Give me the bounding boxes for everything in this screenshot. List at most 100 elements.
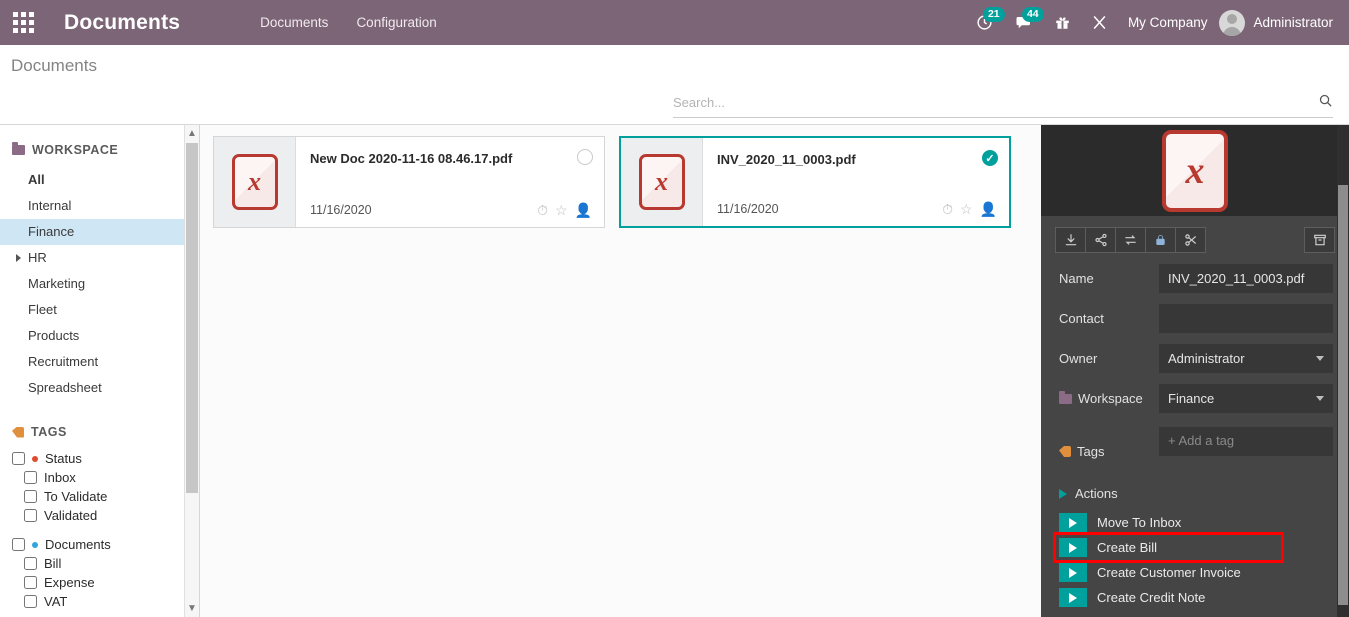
scroll-up-icon[interactable]: ▲: [185, 125, 199, 142]
tag-checkbox[interactable]: [24, 509, 37, 522]
sidebar-item-marketing[interactable]: Marketing: [0, 271, 199, 297]
pdf-icon: x: [638, 154, 685, 210]
field-workspace-label: Workspace: [1059, 390, 1159, 406]
sidebar-label: Recruitment: [28, 354, 99, 369]
search-icon[interactable]: [1318, 93, 1333, 112]
scrollbar-thumb[interactable]: [1338, 185, 1348, 605]
tag-group-status[interactable]: Status: [0, 449, 199, 468]
field-name: Name INV_2020_11_0003.pdf: [1059, 264, 1333, 293]
navbar-menu: Documents Configuration: [246, 0, 451, 45]
sidebar-item-internal[interactable]: Internal: [0, 193, 199, 219]
document-preview[interactable]: x: [1041, 125, 1349, 216]
user-icon[interactable]: 👤: [980, 202, 997, 216]
action-label: Create Credit Note: [1097, 590, 1206, 605]
tag-checkbox[interactable]: [24, 490, 37, 503]
documents-grid: x New Doc 2020-11-16 08.46.17.pdf 11/16/…: [200, 125, 1041, 617]
expand-caret-icon[interactable]: [16, 254, 21, 262]
field-contact-select[interactable]: [1159, 304, 1333, 333]
tag-checkbox[interactable]: [24, 576, 37, 589]
messages-icon[interactable]: 44: [1004, 0, 1044, 45]
clock-icon[interactable]: ⏱: [537, 203, 548, 217]
scrollbar-thumb[interactable]: [186, 143, 198, 493]
actions-section-header[interactable]: Actions: [1041, 470, 1349, 510]
folder-icon: [12, 142, 25, 155]
field-tags-input[interactable]: + Add a tag: [1159, 427, 1333, 456]
tag-checkbox[interactable]: [24, 471, 37, 484]
tag-item-inbox[interactable]: Inbox: [0, 468, 199, 487]
field-owner-select[interactable]: Administrator: [1159, 344, 1333, 373]
tag-group-label: Documents: [45, 537, 111, 552]
sidebar-item-products[interactable]: Products: [0, 323, 199, 349]
sidebar-item-spreadsheet[interactable]: Spreadsheet: [0, 375, 199, 401]
action-create-bill[interactable]: Create Bill: [1041, 532, 1349, 563]
tag-item-bill[interactable]: Bill: [0, 554, 199, 573]
tag-item-vat[interactable]: VAT: [0, 592, 199, 611]
tag-checkbox[interactable]: [24, 557, 37, 570]
apps-grid-icon[interactable]: [0, 0, 46, 45]
user-menu[interactable]: Administrator: [1219, 9, 1343, 36]
tag-item-to-validate[interactable]: To Validate: [0, 487, 199, 506]
document-name: INV_2020_11_0003.pdf: [717, 152, 856, 167]
activities-icon[interactable]: 21: [965, 0, 1005, 45]
sidebar-scrollbar[interactable]: ▲ ▼: [184, 125, 199, 617]
panel-scrollbar[interactable]: [1337, 125, 1349, 617]
tag-checkbox[interactable]: [12, 538, 25, 551]
sidebar-label: HR: [28, 250, 47, 265]
user-icon[interactable]: 👤: [575, 203, 592, 217]
wrench-icon[interactable]: [1081, 0, 1118, 45]
download-icon[interactable]: [1055, 227, 1086, 253]
document-card[interactable]: x New Doc 2020-11-16 08.46.17.pdf 11/16/…: [213, 136, 605, 228]
chevron-down-icon: [1316, 356, 1324, 361]
nav-item-documents[interactable]: Documents: [246, 0, 342, 45]
search-input[interactable]: [673, 95, 1318, 110]
action-label: Create Bill: [1097, 540, 1157, 555]
sidebar-item-fleet[interactable]: Fleet: [0, 297, 199, 323]
lock-icon[interactable]: [1145, 227, 1176, 253]
action-move-to-inbox[interactable]: Move To Inbox: [1041, 510, 1349, 535]
gift-icon[interactable]: [1044, 0, 1081, 45]
control-panel: Documents UPLOAD CREATE SPREADSHEET REQU…: [0, 45, 1349, 163]
archive-icon[interactable]: [1304, 227, 1335, 253]
tag-group-label: Status: [45, 451, 82, 466]
tag-color-dot: [32, 541, 38, 548]
document-select-checkbox[interactable]: [577, 149, 593, 165]
company-selector[interactable]: My Company: [1118, 0, 1220, 45]
action-label: Create Customer Invoice: [1097, 565, 1241, 580]
tag-checkbox[interactable]: [24, 595, 37, 608]
sidebar-label: Internal: [28, 198, 72, 213]
document-card-footer: 11/16/2020 ⏱ ☆ 👤: [310, 203, 592, 217]
tag-item-validated[interactable]: Validated: [0, 506, 199, 525]
document-meta-icons: ⏱ ☆ 👤: [537, 203, 592, 217]
field-workspace-label-text: Workspace: [1078, 391, 1143, 406]
sidebar-item-all[interactable]: All: [0, 167, 199, 193]
tag-group-documents[interactable]: Documents: [0, 535, 199, 554]
sidebar-item-recruitment[interactable]: Recruitment: [0, 349, 199, 375]
sidebar-item-finance[interactable]: Finance: [0, 219, 199, 245]
star-icon[interactable]: ☆: [555, 203, 568, 217]
nav-item-configuration[interactable]: Configuration: [342, 0, 450, 45]
replace-icon[interactable]: [1115, 227, 1146, 253]
action-create-customer-invoice[interactable]: Create Customer Invoice: [1041, 560, 1349, 585]
sidebar-item-hr[interactable]: HR: [0, 245, 199, 271]
clock-icon[interactable]: ⏱: [942, 202, 953, 216]
field-workspace-value: Finance: [1168, 391, 1215, 406]
document-select-checkbox[interactable]: ✓: [982, 150, 998, 166]
tag-label: Bill: [44, 556, 62, 571]
document-card[interactable]: x INV_2020_11_0003.pdf 11/16/2020 ⏱ ☆ 👤: [619, 136, 1011, 228]
field-name-input[interactable]: INV_2020_11_0003.pdf: [1159, 264, 1333, 293]
tag-checkbox[interactable]: [12, 452, 25, 465]
field-name-label: Name: [1059, 271, 1094, 286]
avatar: [1219, 9, 1246, 36]
tag-item-expense[interactable]: Expense: [0, 573, 199, 592]
search-bar[interactable]: [673, 93, 1333, 118]
split-icon[interactable]: [1175, 227, 1206, 253]
sidebar-scroll-content: WORKSPACE All Internal Finance HR Market…: [0, 125, 199, 617]
star-icon[interactable]: ☆: [960, 202, 973, 216]
field-owner-label: Owner: [1059, 351, 1098, 366]
action-create-credit-note[interactable]: Create Credit Note: [1041, 585, 1349, 610]
document-toolbar: [1041, 216, 1349, 264]
field-workspace-select[interactable]: Finance: [1159, 384, 1333, 413]
activities-badge: 21: [982, 7, 1005, 22]
share-icon[interactable]: [1085, 227, 1116, 253]
scroll-down-icon[interactable]: ▼: [185, 600, 199, 617]
